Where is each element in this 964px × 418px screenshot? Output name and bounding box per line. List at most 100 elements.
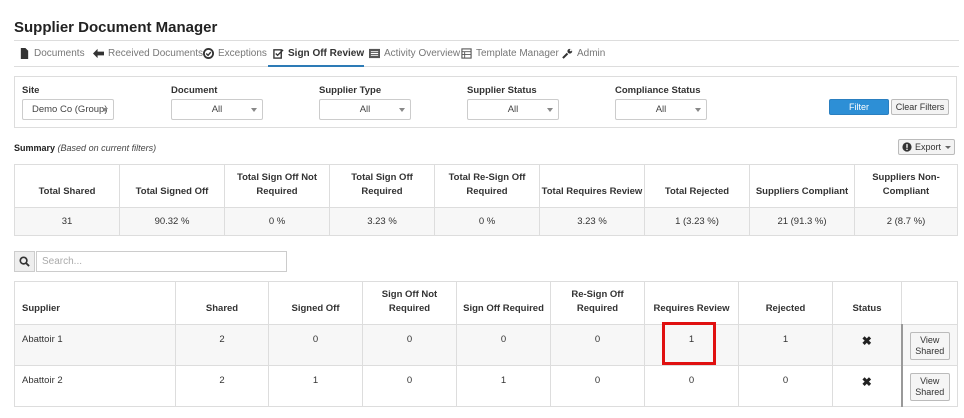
status-cell: ✖ — [832, 365, 903, 407]
column-header-supplier[interactable]: Supplier — [14, 281, 176, 325]
compliance-status-select-value: All — [655, 104, 667, 115]
filter-panel: Site Demo Co (Group) Document All Suppli… — [14, 76, 957, 128]
nav-tabs: Documents Received Documents Exceptions … — [14, 41, 959, 67]
summary-heading: Summary (Based on current filters) — [14, 143, 156, 153]
summary-value: 2 (8.7 %) — [854, 207, 958, 236]
requires-review-count[interactable]: 0 — [644, 365, 739, 407]
column-header-status[interactable]: Status — [832, 281, 902, 325]
column-header-re-sign-off-required[interactable]: Re-Sign Off Required — [550, 281, 645, 325]
summary-header: Total Shared — [14, 164, 120, 208]
re-sign-off-required-count: 0 — [550, 365, 645, 407]
document-select-value: All — [211, 104, 223, 115]
x-icon: ✖ — [861, 375, 872, 389]
tab-sign-off-review[interactable]: Sign Off Review — [268, 41, 364, 67]
summary-subtitle: (Based on current filters) — [57, 143, 157, 153]
export-label: Export — [914, 142, 941, 152]
search-input[interactable] — [36, 251, 287, 272]
table-row: Abattoir 1 2 0 0 0 0 1 1 ✖ View Shared — [14, 324, 958, 366]
supplier-type-label: Supplier Type — [319, 85, 382, 96]
summary-header: Total Signed Off — [119, 164, 225, 208]
page-title: Supplier Document Manager — [14, 19, 218, 36]
tab-label: Admin — [577, 48, 606, 59]
filter-button[interactable]: Filter — [829, 99, 889, 115]
requires-review-count[interactable]: 1 — [644, 324, 739, 366]
chevron-down-icon — [399, 108, 405, 112]
supplier-table: Supplier Shared Signed Off Sign Off Not … — [14, 281, 958, 407]
sign-off-required-count: 0 — [456, 324, 551, 366]
shared-count: 2 — [175, 365, 269, 407]
supplier-name: Abattoir 1 — [14, 324, 176, 366]
chevron-down-icon — [945, 145, 951, 149]
tab-exceptions[interactable]: Exceptions — [198, 41, 268, 66]
table-header-row: Supplier Shared Signed Off Sign Off Not … — [14, 281, 958, 325]
column-header-shared[interactable]: Shared — [175, 281, 269, 325]
summary-value: 31 — [14, 207, 120, 236]
column-header-sign-off-required[interactable]: Sign Off Required — [456, 281, 551, 325]
tab-template-manager[interactable]: Template Manager — [456, 41, 559, 66]
column-header-signed-off[interactable]: Signed Off — [268, 281, 363, 325]
summary-value: 3.23 % — [539, 207, 645, 236]
status-cell: ✖ — [832, 324, 903, 366]
chevron-down-icon — [547, 108, 553, 112]
tab-label: Received Documents — [108, 48, 204, 59]
summary-value: 21 (91.3 %) — [749, 207, 855, 236]
view-shared-button[interactable]: View Shared — [909, 373, 950, 401]
summary-header: Total Re-Sign Off Required — [434, 164, 540, 208]
circle-check-icon — [203, 48, 214, 60]
table-icon — [461, 48, 472, 60]
clear-filters-button[interactable]: Clear Filters — [891, 99, 949, 115]
info-circle-icon — [902, 142, 912, 152]
site-label: Site — [22, 85, 40, 96]
summary-value: 1 (3.23 %) — [644, 207, 750, 236]
column-header-sign-off-not-required[interactable]: Sign Off Not Required — [362, 281, 457, 325]
summary-title: Summary — [14, 143, 56, 153]
tab-received-documents[interactable]: Received Documents — [88, 41, 203, 66]
column-header-rejected[interactable]: Rejected — [738, 281, 833, 325]
compliance-status-label: Compliance Status — [615, 85, 701, 96]
supplier-status-select-value: All — [507, 104, 519, 115]
supplier-status-label: Supplier Status — [467, 85, 537, 96]
table-row: Abattoir 2 2 1 0 1 0 0 0 ✖ View Shared — [14, 365, 958, 407]
shared-count: 2 — [175, 324, 269, 366]
compliance-status-select[interactable]: All — [615, 99, 707, 120]
summary-value: 0 % — [434, 207, 540, 236]
action-cell: View Shared — [901, 324, 958, 366]
file-icon — [19, 48, 30, 60]
supplier-type-select[interactable]: All — [319, 99, 411, 120]
summary-header-row: Total Shared Total Signed Off Total Sign… — [14, 164, 958, 208]
signed-off-count: 0 — [268, 324, 363, 366]
summary-header: Total Sign Off Not Required — [224, 164, 330, 208]
site-select-value: Demo Co (Group) — [32, 104, 108, 115]
supplier-status-select[interactable]: All — [467, 99, 559, 120]
summary-value-row: 31 90.32 % 0 % 3.23 % 0 % 3.23 % 1 (3.23… — [14, 207, 958, 236]
tab-activity-overview[interactable]: Activity Overview — [364, 41, 460, 66]
column-header-requires-review[interactable]: Requires Review — [644, 281, 739, 325]
document-select[interactable]: All — [171, 99, 263, 120]
signed-off-count: 1 — [268, 365, 363, 407]
summary-header: Total Requires Review — [539, 164, 645, 208]
tab-label: Documents — [34, 48, 85, 59]
view-shared-button[interactable]: View Shared — [909, 332, 950, 360]
list-icon — [369, 48, 380, 60]
sign-off-required-count: 1 — [456, 365, 551, 407]
tab-label: Activity Overview — [384, 48, 461, 59]
tab-label: Exceptions — [218, 48, 267, 59]
summary-table: Total Shared Total Signed Off Total Sign… — [14, 164, 958, 236]
arrow-left-icon — [93, 48, 104, 60]
x-icon: ✖ — [861, 334, 872, 348]
chevron-down-icon — [695, 108, 701, 112]
tab-admin[interactable]: Admin — [556, 41, 612, 66]
search-icon — [19, 256, 30, 267]
summary-header: Total Sign Off Required — [329, 164, 435, 208]
tab-label: Template Manager — [476, 48, 559, 59]
search-button[interactable] — [14, 251, 35, 272]
chevron-down-icon — [102, 108, 108, 112]
tab-documents[interactable]: Documents — [14, 41, 88, 66]
re-sign-off-required-count: 0 — [550, 324, 645, 366]
site-select[interactable]: Demo Co (Group) — [22, 99, 114, 120]
document-label: Document — [171, 85, 218, 96]
sign-off-not-required-count: 0 — [362, 365, 457, 407]
export-button[interactable]: Export — [898, 139, 955, 155]
summary-value: 0 % — [224, 207, 330, 236]
supplier-type-select-value: All — [359, 104, 371, 115]
